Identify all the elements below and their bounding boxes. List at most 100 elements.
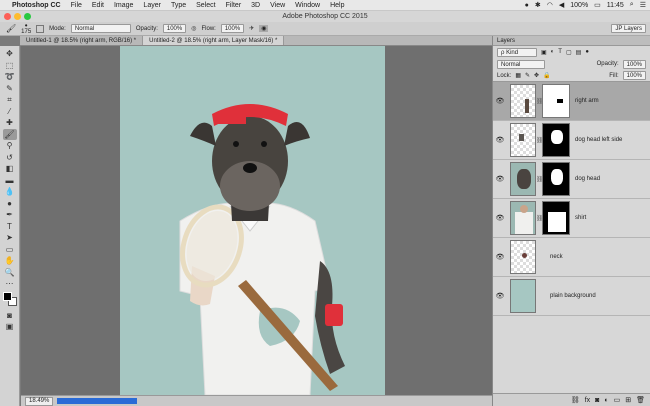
layer-neck[interactable]: 👁 neck (493, 238, 650, 277)
zoom-tool-icon[interactable]: 🔍 (3, 267, 17, 279)
menu-filter[interactable]: Filter (226, 2, 242, 9)
search-icon[interactable]: ⌕ (630, 1, 634, 9)
filter-toggle-icon[interactable]: ● (585, 49, 589, 55)
history-brush-tool-icon[interactable]: ↺ (3, 152, 17, 164)
hand-tool-icon[interactable]: ✋ (3, 255, 17, 267)
delete-layer-icon[interactable]: 🗑 (636, 396, 645, 404)
airbrush-icon[interactable]: ✈ (249, 25, 254, 32)
link-layers-icon[interactable]: ⛓ (571, 396, 580, 404)
layer-thumbnail[interactable] (510, 123, 536, 157)
visibility-eye-icon[interactable]: 👁 (493, 214, 507, 222)
eyedropper-tool-icon[interactable]: ⁄ (3, 106, 17, 118)
zoom-level[interactable]: 18.49% (25, 396, 54, 406)
layer-name[interactable]: right arm (575, 98, 599, 104)
clone-stamp-tool-icon[interactable]: ⚲ (3, 140, 17, 152)
visibility-eye-icon[interactable]: 👁 (493, 136, 507, 144)
fill-input[interactable]: 100% (622, 71, 646, 80)
quick-mask-icon[interactable]: ◙ (3, 310, 17, 322)
layer-name[interactable]: dog head left side (575, 137, 622, 143)
layer-thumbnail[interactable] (510, 84, 536, 118)
menu-edit[interactable]: Edit (92, 2, 104, 9)
visibility-eye-icon[interactable]: 👁 (493, 175, 507, 183)
crop-tool-icon[interactable]: ⌗ (3, 94, 17, 106)
visibility-eye-icon[interactable]: 👁 (493, 97, 507, 105)
filter-adjust-icon[interactable]: ◐ (551, 49, 555, 55)
menu-view[interactable]: View (270, 2, 285, 9)
healing-tool-icon[interactable]: ✚ (3, 117, 17, 129)
tab-untitled-2[interactable]: Untitled-2 @ 18.5% (right arm, Layer Mas… (143, 36, 285, 45)
opacity-input[interactable]: 100% (162, 24, 187, 33)
shape-tool-icon[interactable]: ▭ (3, 244, 17, 256)
layers-tab[interactable]: Layers (497, 38, 515, 44)
blur-tool-icon[interactable]: 💧 (3, 186, 17, 198)
more-tools-icon[interactable]: ⋯ (3, 278, 17, 290)
zoom-window-button[interactable] (24, 13, 31, 20)
marquee-tool-icon[interactable]: ⬚ (3, 60, 17, 72)
path-select-tool-icon[interactable]: ➤ (3, 232, 17, 244)
dodge-tool-icon[interactable]: ● (3, 198, 17, 210)
screen-mode-icon[interactable]: ▣ (3, 321, 17, 333)
menu-type[interactable]: Type (171, 2, 186, 9)
filter-smart-icon[interactable]: ▤ (576, 49, 582, 56)
layer-style-icon[interactable]: fx (585, 397, 590, 404)
lock-position-icon[interactable]: ✥ (534, 72, 539, 79)
creative-cloud-icon[interactable]: ● (525, 2, 529, 9)
new-group-icon[interactable]: ▭ (614, 396, 621, 404)
menu-image[interactable]: Image (114, 2, 133, 9)
layer-name[interactable]: neck (550, 254, 563, 260)
notification-icon[interactable]: ☰ (640, 1, 646, 9)
tab-untitled-1[interactable]: Untitled-1 @ 18.5% (right arm, RGB/16) * (20, 36, 144, 45)
brush-tool-icon[interactable]: 🖌 (2, 128, 17, 140)
layer-thumbnail[interactable] (510, 201, 536, 235)
layer-right-arm[interactable]: 👁 ⛓ right arm (493, 82, 650, 121)
layer-name[interactable]: shirt (575, 215, 586, 221)
visibility-eye-icon[interactable]: 👁 (493, 292, 507, 300)
menu-layer[interactable]: Layer (143, 2, 161, 9)
pressure-size-icon[interactable]: ◉ (259, 25, 269, 32)
add-mask-icon[interactable]: ◙ (595, 397, 599, 404)
adjustment-layer-icon[interactable]: ◐ (604, 397, 608, 404)
blend-mode-select[interactable]: Normal (497, 59, 545, 69)
filter-shape-icon[interactable]: ▢ (566, 49, 572, 56)
layer-opacity-input[interactable]: 100% (622, 59, 646, 69)
layer-mask-thumbnail[interactable] (542, 162, 570, 196)
menu-window[interactable]: Window (295, 2, 320, 9)
workspace-select[interactable]: JP Layers (611, 24, 646, 33)
type-tool-icon[interactable]: T (3, 221, 17, 233)
menu-3d[interactable]: 3D (251, 2, 260, 9)
layer-thumbnail[interactable] (510, 279, 536, 313)
filter-pixel-icon[interactable]: ▣ (541, 49, 547, 56)
lock-pixels-icon[interactable]: ✎ (525, 72, 530, 79)
layer-mask-thumbnail[interactable] (542, 201, 570, 235)
layer-name[interactable]: plain background (550, 293, 596, 299)
layer-dog-head-left-side[interactable]: 👁 ⛓ dog head left side (493, 121, 650, 160)
menu-select[interactable]: Select (196, 2, 215, 9)
foreground-color[interactable] (2, 291, 12, 301)
pressure-opacity-icon[interactable]: ◎ (191, 25, 196, 32)
wifi-icon[interactable]: ◠ (547, 1, 553, 9)
bluetooth-icon[interactable]: ✱ (535, 1, 541, 9)
mode-select[interactable]: Normal (70, 24, 131, 33)
layer-name[interactable]: dog head (575, 176, 600, 182)
layer-shirt[interactable]: 👁 ⛓ shirt (493, 199, 650, 238)
document-canvas[interactable] (120, 46, 385, 395)
layer-thumbnail[interactable] (510, 240, 536, 274)
layer-mask-thumbnail[interactable] (542, 84, 570, 118)
filter-type-icon[interactable]: T (558, 49, 562, 55)
close-window-button[interactable] (4, 13, 11, 20)
lock-all-icon[interactable]: 🔒 (543, 72, 550, 79)
pen-tool-icon[interactable]: ✒ (3, 209, 17, 221)
flow-input[interactable]: 100% (220, 24, 245, 33)
menu-file[interactable]: File (71, 2, 82, 9)
volume-icon[interactable]: ◀ (559, 1, 564, 9)
lock-transparent-icon[interactable]: ▦ (515, 72, 521, 79)
new-layer-icon[interactable]: ⊞ (625, 396, 631, 404)
menu-help[interactable]: Help (330, 2, 344, 9)
layer-mask-thumbnail[interactable] (542, 123, 570, 157)
quick-select-tool-icon[interactable]: ✎ (3, 83, 17, 95)
brush-panel-icon[interactable] (36, 24, 45, 33)
lasso-tool-icon[interactable]: ➰ (3, 71, 17, 83)
clock[interactable]: 11:45 (607, 2, 624, 9)
gradient-tool-icon[interactable]: ▬ (3, 175, 17, 187)
app-menu[interactable]: Photoshop CC (12, 2, 61, 9)
